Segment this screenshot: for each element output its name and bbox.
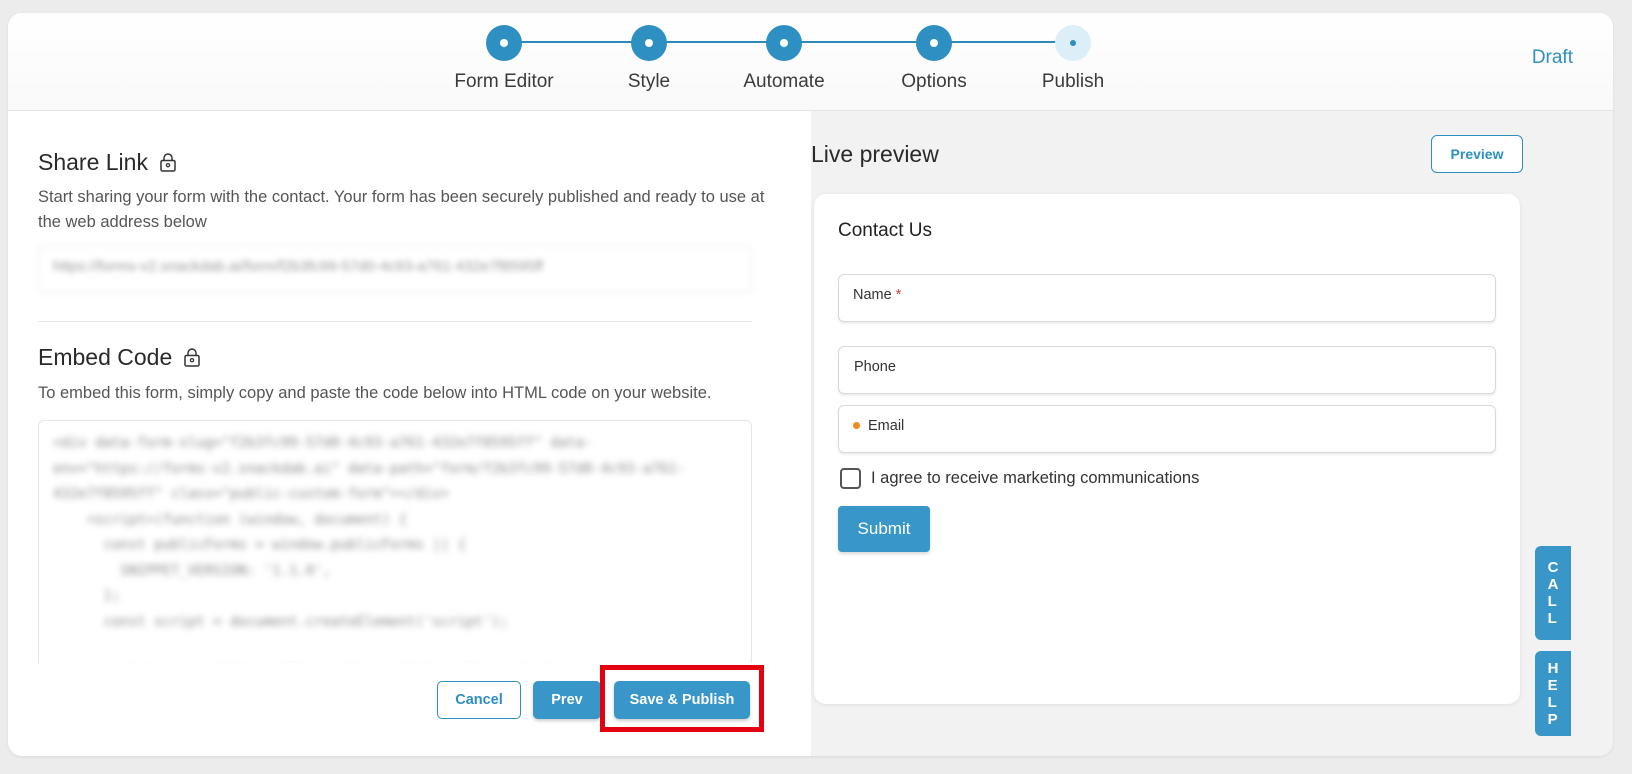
call-tab-label: CALL: [1547, 559, 1559, 627]
step-complete-icon: [766, 25, 802, 61]
cancel-button[interactable]: Cancel: [437, 681, 521, 719]
submit-button[interactable]: Submit: [838, 506, 930, 552]
step-options[interactable]: Options: [864, 25, 1004, 93]
step-complete-icon: [486, 25, 522, 61]
publish-settings-panel: Share Link Start sharing your form with …: [8, 111, 811, 756]
consent-checkbox[interactable]: [840, 468, 861, 489]
divider: [38, 321, 752, 322]
step-automate[interactable]: Automate: [714, 25, 854, 93]
lock-icon: [160, 153, 176, 172]
live-preview-title: Live preview: [811, 141, 939, 167]
step-label: Form Editor: [454, 71, 554, 92]
step-label: Style: [627, 71, 671, 92]
field-label: Email: [868, 418, 905, 434]
form-title: Contact Us: [838, 220, 932, 241]
prev-button[interactable]: Prev: [533, 681, 601, 719]
step-complete-icon: [631, 25, 667, 61]
consent-label: I agree to receive marketing communicati…: [871, 469, 1200, 487]
annotation-highlight-box: [600, 665, 764, 732]
share-link-description: Start sharing your form with the contact…: [38, 188, 765, 231]
share-link-url-field[interactable]: https://forms-v2.snackdab.ai/form/f2b3fc…: [38, 245, 752, 293]
embed-code-title: Embed Code: [38, 344, 173, 370]
form-builder-card: Form Editor Style Automate Options Publi…: [8, 13, 1613, 756]
consent-row: I agree to receive marketing communicati…: [840, 468, 1199, 489]
status-badge: Draft: [1531, 47, 1573, 68]
step-label: Publish: [1041, 71, 1105, 92]
step-complete-icon: [916, 25, 952, 61]
name-field[interactable]: Name *: [838, 274, 1496, 322]
stepper-header: Form Editor Style Automate Options Publi…: [8, 13, 1613, 111]
step-current-icon: [1055, 25, 1091, 61]
embed-code-description: To embed this form, simply copy and past…: [38, 384, 712, 402]
embed-code-heading: Embed Code: [38, 344, 200, 371]
lock-icon: [184, 348, 200, 367]
share-link-heading: Share Link: [38, 149, 176, 176]
share-link-title: Share Link: [38, 149, 148, 175]
preview-button[interactable]: Preview: [1431, 135, 1523, 173]
embed-code-textarea[interactable]: <div data-form-slug="f2b3fc99-57d0-4c93-…: [38, 420, 752, 663]
field-label: Phone: [854, 359, 896, 375]
required-marker: *: [895, 287, 902, 303]
field-label: Name: [853, 287, 892, 303]
field-marker-icon: [853, 421, 860, 429]
step-label: Options: [901, 71, 967, 92]
email-field[interactable]: Email: [838, 405, 1496, 453]
embed-code-content: <div data-form-slug="f2b3fc99-57d0-4c93-…: [53, 435, 686, 630]
step-publish[interactable]: Publish: [1003, 25, 1143, 93]
preview-form-card: Contact Us Name * Phone Email I agree to …: [814, 194, 1520, 704]
live-preview-panel: Live preview Preview Contact Us Name * Ph…: [811, 111, 1613, 756]
step-form-editor[interactable]: Form Editor: [434, 25, 574, 93]
call-side-tab[interactable]: CALL: [1535, 546, 1571, 640]
help-side-tab[interactable]: HELP: [1535, 651, 1571, 736]
phone-field[interactable]: Phone: [838, 346, 1496, 394]
step-label: Automate: [743, 71, 825, 92]
step-style[interactable]: Style: [579, 25, 719, 93]
help-tab-label: HELP: [1547, 659, 1559, 728]
